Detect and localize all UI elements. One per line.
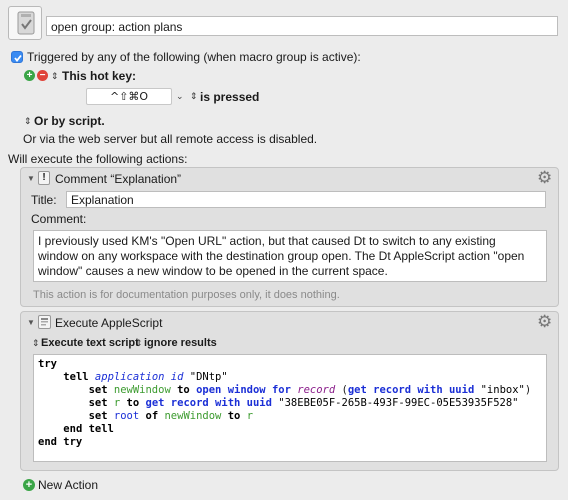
disclosure-triangle-icon[interactable]: ▼ — [27, 174, 35, 183]
comment-line: window" causes a new window to be opened… — [38, 264, 388, 278]
applescript-action-title: Execute AppleScript — [55, 316, 163, 330]
macro-icon[interactable] — [8, 6, 42, 40]
triggered-label: Triggered by any of the following (when … — [27, 50, 361, 64]
code-line: end tell — [63, 423, 114, 435]
code-line: set root of newWindow to r — [88, 410, 254, 422]
code-line: end try — [38, 436, 83, 448]
triggered-checkbox[interactable] — [11, 51, 23, 63]
comment-action-panel[interactable]: ▼ ! Comment “Explanation” ⚙ Title: Expla… — [20, 167, 559, 307]
remove-trigger-button[interactable]: − — [37, 70, 48, 81]
disclosure-triangle-icon[interactable]: ▼ — [27, 318, 35, 327]
hotkey-label: This hot key: — [62, 69, 137, 83]
chevron-down-icon[interactable]: ⌄ — [176, 91, 184, 102]
will-execute-label: Will execute the following actions: — [8, 152, 188, 166]
applescript-icon — [38, 315, 51, 329]
macro-name-field[interactable]: open group: action plans — [46, 16, 558, 36]
by-script-label: Or by script. — [34, 114, 105, 128]
code-line: set newWindow to open window for record … — [88, 384, 532, 396]
updown-chevron-icon[interactable]: ⇕ — [24, 115, 32, 127]
script-mode-select[interactable]: Execute text script — [41, 337, 139, 349]
web-server-note: Or via the web server but all remote acc… — [23, 132, 318, 146]
updown-chevron-icon[interactable]: ⇕ — [51, 70, 59, 82]
code-line: try — [38, 358, 57, 370]
updown-chevron-icon[interactable]: ⇕ — [135, 337, 143, 349]
new-action-button[interactable]: New Action — [38, 478, 98, 492]
results-mode-select[interactable]: ignore results — [144, 337, 217, 349]
comment-footnote: This action is for documentation purpose… — [33, 289, 340, 301]
hotkey-field[interactable]: ^⇧⌘O — [86, 88, 172, 105]
add-icon[interactable]: + — [23, 479, 35, 491]
title-label: Title: — [31, 193, 57, 207]
gear-icon[interactable]: ⚙ — [537, 313, 552, 330]
updown-chevron-icon[interactable]: ⇕ — [190, 90, 198, 102]
code-line: tell application id "DNtp" — [63, 371, 228, 383]
updown-chevron-icon[interactable]: ⇕ — [32, 337, 40, 349]
title-input[interactable]: Explanation — [66, 191, 546, 208]
gear-icon[interactable]: ⚙ — [537, 169, 552, 186]
add-trigger-button[interactable]: + — [24, 70, 35, 81]
applescript-action-panel[interactable]: ▼ Execute AppleScript ⚙ ⇕ Execute text s… — [20, 311, 559, 471]
comment-action-title: Comment “Explanation” — [55, 172, 182, 186]
comment-label: Comment: — [31, 212, 87, 226]
script-editor[interactable]: try tell application id "DNtp" set newWi… — [33, 354, 547, 462]
comment-line: window on any workspace with the destina… — [38, 249, 525, 263]
comment-icon: ! — [38, 171, 50, 185]
comment-textarea[interactable]: I previously used KM's "Open URL" action… — [33, 230, 547, 282]
code-line: set r to get record with uuid "38EBE05F-… — [88, 397, 519, 409]
comment-line: I previously used KM's "Open URL" action… — [38, 234, 496, 248]
hotkey-mode-select[interactable]: is pressed — [200, 90, 259, 104]
